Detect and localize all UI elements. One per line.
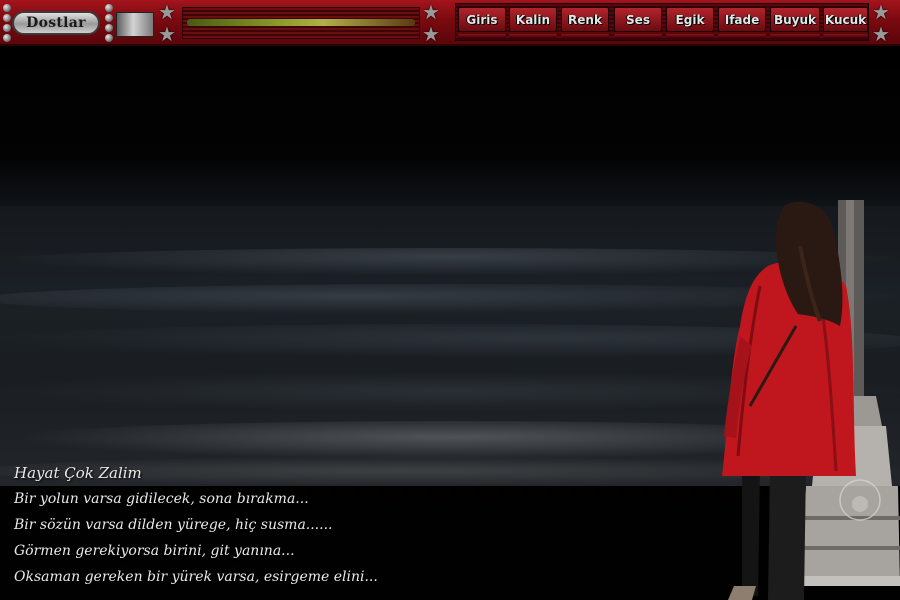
kucuk-button[interactable]: Kucuk bbox=[823, 7, 868, 32]
button-base bbox=[718, 34, 766, 38]
button-base bbox=[823, 34, 868, 38]
button-base bbox=[770, 34, 820, 38]
toolbar-button-strip: Giris Kalin Renk Ses Egik Ifade Buyuk Ku… bbox=[455, 3, 869, 41]
poem-line: Görmen gerekiyorsa birini, git yanına... bbox=[14, 543, 295, 559]
poem-title: Hayat Çok Zalim bbox=[14, 464, 142, 482]
star-icon: ★ bbox=[158, 0, 176, 24]
poem-line: Oksaman gereken bir yürek varsa, esirgem… bbox=[14, 569, 378, 585]
poem-block: Hayat Çok Zalim Bir yolun varsa gidilece… bbox=[14, 460, 454, 590]
star-icon: ★ bbox=[422, 22, 440, 46]
poem-line: Bir yolun varsa gidilecek, sona bırakma.… bbox=[14, 491, 309, 507]
ses-button[interactable]: Ses bbox=[614, 7, 662, 32]
button-base bbox=[458, 34, 506, 38]
rivet-icon bbox=[3, 4, 12, 42]
color-swatch-button[interactable] bbox=[116, 12, 154, 37]
giris-button[interactable]: Giris bbox=[458, 7, 506, 32]
dostlar-button-label: Dostlar bbox=[26, 15, 86, 31]
top-toolbar: Dostlar ★ ★ ★ ★ Giris Kalin Renk Ses Egi… bbox=[0, 0, 900, 46]
star-icon: ★ bbox=[158, 22, 176, 46]
poem-line: Bir sözün varsa dilden yürege, hiç susma… bbox=[14, 517, 333, 533]
ifade-button[interactable]: Ifade bbox=[718, 7, 766, 32]
buyuk-button[interactable]: Buyuk bbox=[770, 7, 820, 32]
egik-button[interactable]: Egik bbox=[666, 7, 714, 32]
button-base bbox=[509, 34, 557, 38]
renk-button[interactable]: Renk bbox=[561, 7, 609, 32]
button-base bbox=[561, 34, 609, 38]
rivet-icon bbox=[105, 4, 114, 42]
dostlar-button[interactable]: Dostlar bbox=[12, 11, 100, 35]
kalin-button[interactable]: Kalin bbox=[509, 7, 557, 32]
background-scene: Hayat Çok Zalim Bir yolun varsa gidilece… bbox=[0, 46, 900, 600]
star-icon: ★ bbox=[422, 0, 440, 24]
button-base bbox=[666, 34, 714, 38]
button-base bbox=[614, 34, 662, 38]
star-icon: ★ bbox=[872, 0, 890, 24]
volume-meter bbox=[182, 7, 420, 39]
star-icon: ★ bbox=[872, 22, 890, 46]
volume-meter-fill bbox=[187, 19, 415, 26]
